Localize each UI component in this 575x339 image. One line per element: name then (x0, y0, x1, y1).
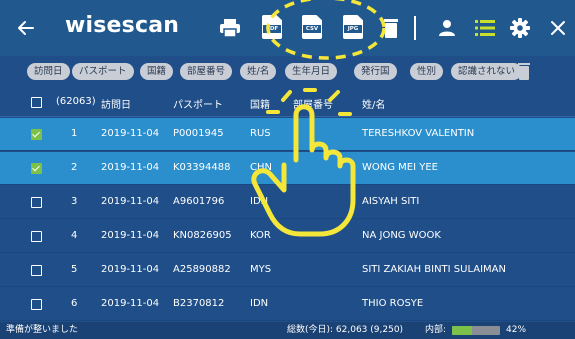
trash-icon (384, 19, 398, 38)
close-icon (551, 21, 565, 35)
storage-percent: 42% (506, 325, 527, 335)
chip-passport[interactable]: パスポート (72, 63, 134, 80)
pdf-export-button[interactable]: PDF (262, 15, 282, 39)
status-ready-text: 準備が整いました (6, 325, 79, 335)
row-nationality: CHN (250, 162, 272, 173)
status-bar: 準備が整いました 総数(今日): 62,063 (9,250) 内部: 42% (0, 322, 575, 339)
row-checkbox[interactable] (31, 197, 42, 208)
gear-icon (510, 18, 530, 38)
row-nationality: MYS (250, 264, 272, 275)
chip-trash-icon[interactable] (518, 62, 530, 80)
col-header-nationality[interactable]: 国籍 (250, 96, 270, 111)
row-number: 2 (71, 162, 78, 173)
chip-issuing-country[interactable]: 発行国 (354, 63, 397, 80)
row-passport: A25890882 (173, 264, 231, 275)
chip-birthdate[interactable]: 生年月日 (285, 63, 338, 80)
table-row[interactable]: 2 2019-11-04 K03394488 CHN WONG MEI YEE (0, 152, 575, 185)
status-total-text: 総数(今日): 62,063 (9,250) (287, 325, 404, 335)
table-row[interactable]: 5 2019-11-04 A25890882 MYS SITI ZAKIAH B… (0, 254, 575, 287)
row-date: 2019-11-04 (101, 128, 160, 139)
chip-gender[interactable]: 性別 (410, 63, 444, 80)
row-number: 4 (71, 230, 78, 241)
storage-progress-bar (452, 326, 500, 335)
settings-button[interactable] (509, 17, 531, 39)
col-header-room[interactable]: 部屋番号 (293, 96, 333, 111)
storage-progress-fill (452, 326, 473, 335)
print-button[interactable] (219, 17, 241, 39)
chip-nationality[interactable]: 国籍 (140, 63, 174, 80)
row-number: 5 (71, 264, 78, 275)
table-header: (62063) 訪問日 パスポート 国籍 部屋番号 姓/名 (0, 87, 575, 117)
printer-icon (220, 19, 240, 38)
top-app-bar: wisescan PDF CSV JPG (0, 0, 575, 56)
row-name: AISYAH SITI (362, 196, 420, 207)
row-checkbox[interactable] (31, 231, 42, 242)
total-count: (62063) (56, 96, 96, 107)
row-name: THIO ROSYE (362, 298, 424, 309)
table-row[interactable]: 4 2019-11-04 KN0826905 KOR NA JONG WOOK (0, 220, 575, 253)
row-nationality: IDN (250, 196, 269, 207)
row-name: SITI ZAKIAH BINTI SULAIMAN (362, 264, 507, 275)
row-passport: P0001945 (173, 128, 224, 139)
table-row[interactable]: 3 2019-11-04 A9601796 IDN AISYAH SITI (0, 186, 575, 219)
select-all-checkbox[interactable] (31, 97, 42, 108)
row-name: NA JONG WOOK (362, 230, 441, 241)
row-nationality: IDN (250, 298, 269, 309)
row-passport: K03394488 (173, 162, 231, 173)
close-button[interactable] (547, 17, 569, 39)
person-icon (439, 20, 455, 36)
chip-unrecognized[interactable]: 認識されない (451, 63, 523, 80)
list-view-button[interactable] (474, 17, 496, 39)
csv-export-button[interactable]: CSV (302, 15, 322, 39)
row-checkbox[interactable] (31, 265, 42, 276)
col-header-passport[interactable]: パスポート (173, 96, 223, 111)
row-date: 2019-11-04 (101, 162, 160, 173)
chip-room-number[interactable]: 部屋番号 (180, 63, 233, 80)
row-passport: A9601796 (173, 196, 225, 207)
jpg-export-button[interactable]: JPG (343, 15, 363, 39)
row-date: 2019-11-04 (101, 298, 160, 309)
user-button[interactable] (436, 17, 458, 39)
row-number: 3 (71, 196, 78, 207)
delete-button[interactable] (380, 17, 402, 39)
csv-file-icon: CSV (303, 25, 321, 33)
row-name: TERESHKOV VALENTIN (362, 128, 475, 139)
row-checkbox[interactable] (31, 163, 42, 174)
row-passport: KN0826905 (173, 230, 232, 241)
row-date: 2019-11-04 (101, 264, 160, 275)
back-button[interactable] (14, 16, 38, 40)
row-nationality: KOR (250, 230, 271, 241)
table-row[interactable]: 1 2019-11-04 P0001945 RUS TERESHKOV VALE… (0, 118, 575, 151)
row-nationality: RUS (250, 128, 271, 139)
chip-name[interactable]: 姓/名 (240, 63, 277, 80)
row-date: 2019-11-04 (101, 230, 160, 241)
chip-visit-date[interactable]: 訪問日 (27, 63, 70, 80)
filter-chip-bar: 訪問日 パスポート 国籍 部屋番号 姓/名 生年月日 発行国 性別 認識されない (0, 56, 575, 84)
pdf-file-icon: PDF (263, 25, 281, 33)
row-date: 2019-11-04 (101, 196, 160, 207)
row-name: WONG MEI YEE (362, 162, 438, 173)
toolbar-divider (414, 16, 416, 40)
row-passport: B2370812 (173, 298, 225, 309)
storage-label: 内部: (425, 325, 447, 335)
row-number: 6 (71, 298, 78, 309)
row-checkbox[interactable] (31, 299, 42, 310)
col-header-name[interactable]: 姓/名 (362, 96, 385, 111)
jpg-file-icon: JPG (344, 25, 362, 33)
list-icon (475, 20, 495, 36)
row-number: 1 (71, 128, 78, 139)
app-title: wisescan (65, 13, 180, 38)
col-header-date[interactable]: 訪問日 (101, 96, 131, 111)
row-checkbox[interactable] (31, 129, 42, 140)
table-row[interactable]: 6 2019-11-04 B2370812 IDN THIO ROSYE (0, 288, 575, 321)
back-arrow-icon (18, 21, 34, 35)
